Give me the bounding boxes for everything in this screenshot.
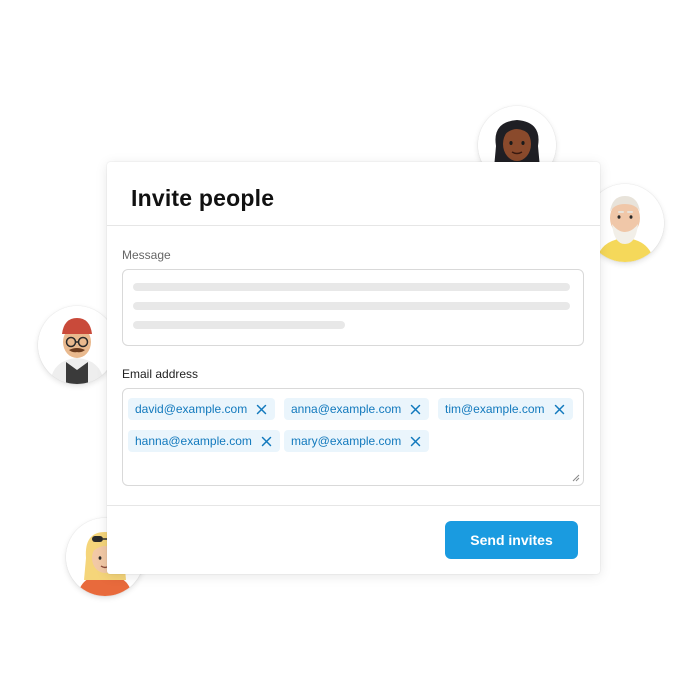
close-icon[interactable] — [261, 436, 272, 447]
close-icon[interactable] — [256, 404, 267, 415]
email-chip-label: david@example.com — [135, 402, 248, 416]
message-placeholder-line — [133, 321, 345, 329]
email-input[interactable]: david@example.com anna@example.com tim@e… — [122, 388, 584, 486]
message-label: Message — [122, 248, 171, 262]
email-chip-label: anna@example.com — [291, 402, 402, 416]
message-textarea[interactable] — [122, 269, 584, 346]
close-icon[interactable] — [410, 404, 421, 415]
email-chip: hanna@example.com — [128, 430, 280, 452]
avatar-man-glasses-cap — [38, 306, 116, 384]
close-icon[interactable] — [554, 404, 565, 415]
send-invites-button[interactable]: Send invites — [445, 521, 578, 559]
email-chip-label: tim@example.com — [445, 402, 545, 416]
close-icon[interactable] — [410, 436, 421, 447]
email-chip-label: hanna@example.com — [135, 434, 252, 448]
email-chip: david@example.com — [128, 398, 276, 420]
dialog-title: Invite people — [131, 185, 275, 211]
email-chip: anna@example.com — [284, 398, 430, 420]
email-label: Email address — [122, 367, 199, 381]
resize-handle-icon[interactable] — [572, 474, 580, 482]
dialog-footer: Send invites — [107, 505, 600, 575]
message-placeholder-line — [133, 283, 570, 291]
email-chip: tim@example.com — [438, 398, 573, 420]
dialog-header: Invite people — [107, 162, 600, 226]
message-placeholder-line — [133, 302, 570, 310]
invite-dialog: Invite people Message Email address davi… — [107, 162, 600, 574]
email-chip: mary@example.com — [284, 430, 430, 452]
email-chip-label: mary@example.com — [291, 434, 402, 448]
